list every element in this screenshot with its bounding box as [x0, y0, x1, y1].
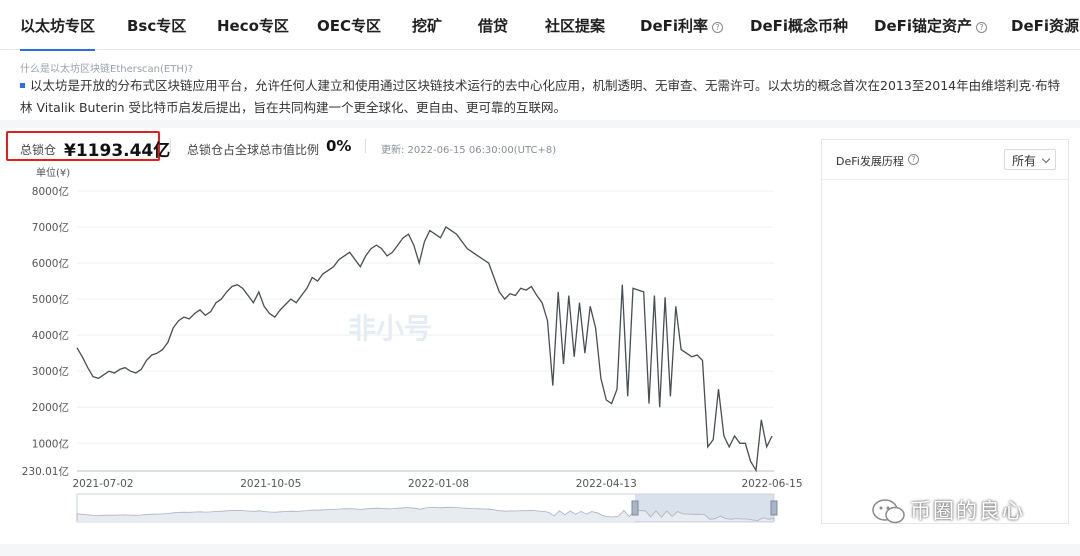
tab-mining[interactable]: 挖矿 [412, 15, 442, 36]
footer-strip [0, 544, 1080, 556]
filter-select[interactable]: 所有 [1004, 149, 1056, 170]
section-divider [0, 120, 1080, 128]
tab-proposals[interactable]: 社区提案 [545, 15, 605, 36]
x-tick-label: 2021-10-05 [240, 478, 301, 490]
panel-title: DeFi发展历程 [836, 155, 904, 168]
y-tick-label: 2000亿 [32, 401, 69, 414]
range-handle-left[interactable] [631, 500, 639, 516]
panel-header: DeFi发展历程 ? 所有 [822, 140, 1068, 180]
top-tab-bar: 以太坊专区 Bsc专区 Heco专区 OEC专区 挖矿 借贷 社区提案 DeFi… [0, 0, 1080, 51]
watermark: 非小号 [348, 312, 432, 345]
x-tick-label: 2022-06-15 [741, 478, 802, 490]
x-tick-label: 2022-04-13 [576, 478, 637, 490]
divider [170, 139, 171, 153]
tab-label: OEC专区 [317, 17, 382, 35]
x-tick-label: 2021-07-02 [72, 478, 133, 490]
tab-label: 借贷 [478, 17, 509, 35]
tab-label: DeFi资源 [1011, 17, 1080, 35]
update-time: 更新: 2022-06-15 06:30:00(UTC+8) [381, 145, 557, 156]
y-tick-label: 8000亿 [32, 185, 69, 198]
tab-label: 社区提案 [545, 17, 606, 35]
intro-link[interactable]: 什么是以太坊区块链Etherscan(ETH)? [20, 60, 193, 75]
intro-text: 以太坊是开放的分布式区块链应用平台，允许任何人建立和使用通过区块链技术运行的去中… [20, 78, 1061, 115]
tab-defi-rates[interactable]: DeFi利率? [640, 15, 724, 36]
help-icon[interactable]: ? [712, 22, 724, 33]
tab-label: DeFi利率 [640, 17, 709, 35]
tab-label: 挖矿 [412, 17, 443, 35]
tvl-value: ¥1193.44亿 [64, 141, 171, 161]
ratio-label: 总锁仓占全球总市值比例 [187, 143, 320, 157]
chevron-down-icon [1041, 154, 1051, 164]
y-tick-label: 3000亿 [32, 365, 69, 378]
x-tick-label: 2022-01-08 [408, 478, 469, 490]
help-icon[interactable]: ? [908, 154, 919, 165]
divider [365, 139, 366, 153]
tab-label: 以太坊专区 [20, 17, 96, 35]
tab-label: Bsc专区 [127, 17, 187, 35]
unit-label: 单位(¥) [36, 166, 70, 179]
stats-row: 总锁仓 ¥1193.44亿 总锁仓占全球总市值比例 0% 更新: 2022-06… [0, 131, 800, 162]
tvl-label: 总锁仓 [20, 143, 57, 157]
tab-defi-coins[interactable]: DeFi概念币种 [750, 15, 848, 36]
y-tick-label: 4000亿 [32, 329, 69, 342]
y-tick-label: 5000亿 [32, 293, 69, 306]
tab-bsc[interactable]: Bsc专区 [127, 15, 186, 36]
y-tick-label: 1000亿 [32, 437, 69, 450]
range-handle-right[interactable] [770, 500, 778, 516]
bullet-icon [20, 83, 25, 88]
defi-history-panel: DeFi发展历程 ? 所有 [821, 139, 1069, 524]
y-tick-label: 6000亿 [32, 257, 69, 270]
intro-paragraph: 以太坊是开放的分布式区块链应用平台，允许任何人建立和使用通过区块链技术运行的去中… [20, 75, 1070, 119]
wechat-logo-icon [872, 499, 905, 524]
tab-defi-resources[interactable]: DeFi资源 [1011, 15, 1079, 36]
help-icon[interactable]: ? [976, 22, 988, 33]
tab-ethereum[interactable]: 以太坊专区 [20, 15, 96, 51]
tab-label: DeFi概念币种 [750, 17, 849, 35]
filter-value: 所有 [1012, 154, 1037, 168]
ratio-value: 0% [326, 137, 352, 155]
tab-lending[interactable]: 借贷 [478, 15, 508, 36]
y-tick-label: 230.01亿 [22, 465, 69, 478]
tvl-line-chart[interactable]: 单位(¥) 非小号 230.01亿 1000亿 2000亿 3000亿 4000亿 500… [0, 160, 810, 530]
tab-defi-pegged[interactable]: DeFi锚定资产? [874, 15, 988, 36]
tab-label: Heco专区 [217, 17, 289, 35]
y-tick-label: 7000亿 [32, 221, 69, 234]
tab-label: DeFi锚定资产 [874, 17, 973, 35]
tab-heco[interactable]: Heco专区 [217, 15, 289, 36]
tab-oec[interactable]: OEC专区 [317, 15, 381, 36]
wechat-watermark: 币圈的良心 [910, 499, 1025, 523]
